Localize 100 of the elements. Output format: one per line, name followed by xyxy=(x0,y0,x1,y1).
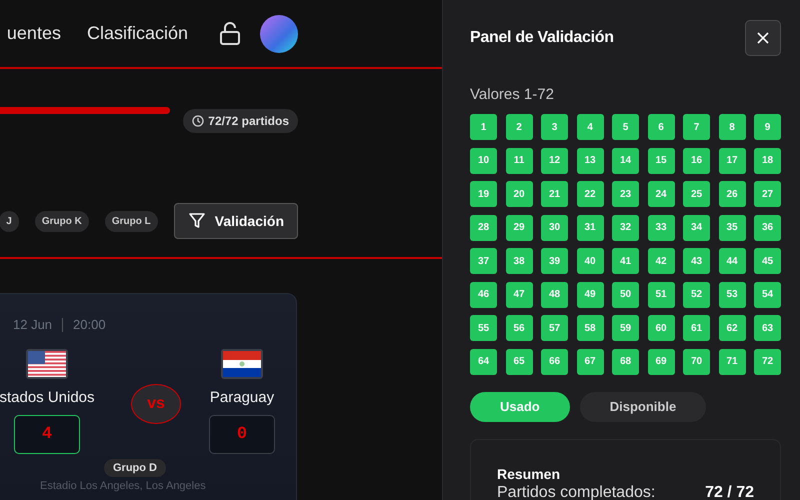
value-cell: 58 xyxy=(576,315,604,341)
value-cell: 36 xyxy=(754,214,781,240)
value-cell: 20 xyxy=(506,181,532,207)
value-cell: 53 xyxy=(718,282,746,308)
value-cell: 37 xyxy=(470,248,497,274)
value-cell: 45 xyxy=(754,248,781,274)
versus-badge: vs xyxy=(131,384,181,424)
value-cell: 19 xyxy=(470,181,497,207)
value-cell: 52 xyxy=(683,282,710,308)
value-cell: 71 xyxy=(718,348,746,374)
value-cell: 3 xyxy=(541,114,568,140)
value-cell: 44 xyxy=(718,248,746,274)
value-cell: 28 xyxy=(470,214,497,240)
flag-icon xyxy=(221,349,263,379)
value-cell: 11 xyxy=(506,148,532,174)
value-cell: 39 xyxy=(541,248,568,274)
value-cell: 67 xyxy=(576,348,604,374)
value-cell: 72 xyxy=(754,348,781,374)
value-cell: 70 xyxy=(683,348,710,374)
flag-icon xyxy=(26,349,68,379)
value-cell: 27 xyxy=(754,181,781,207)
value-cell: 8 xyxy=(718,114,746,140)
close-button[interactable] xyxy=(745,20,781,56)
value-cell: 64 xyxy=(470,348,497,374)
summary-title: Resumen xyxy=(497,466,562,482)
value-cell: 62 xyxy=(718,315,746,341)
value-cell: 29 xyxy=(506,214,532,240)
value-cell: 18 xyxy=(754,148,781,174)
group-filter-chip[interactable]: Grupo L xyxy=(104,210,158,232)
value-cell: 32 xyxy=(612,214,639,240)
panel-title: Panel de Validación xyxy=(470,29,614,47)
value-cell: 68 xyxy=(612,348,639,374)
value-cell: 9 xyxy=(754,114,781,140)
value-cell: 4 xyxy=(576,114,604,140)
value-cell: 12 xyxy=(541,148,568,174)
match-date: 12 Jun xyxy=(13,317,52,332)
value-cell: 40 xyxy=(576,248,604,274)
nav-link[interactable]: Clasificación xyxy=(86,23,188,44)
value-cell: 60 xyxy=(648,315,674,341)
value-cell: 41 xyxy=(612,248,639,274)
value-cell: 34 xyxy=(683,214,710,240)
value-cell: 24 xyxy=(648,181,674,207)
value-cell: 51 xyxy=(648,282,674,308)
value-cell: 31 xyxy=(576,214,604,240)
value-cell: 66 xyxy=(541,348,568,374)
legend-pill: Disponible xyxy=(580,392,706,422)
nav-link[interactable]: uentes xyxy=(6,23,61,44)
value-cell: 35 xyxy=(718,214,746,240)
value-cell: 54 xyxy=(754,282,781,308)
value-cell: 55 xyxy=(470,315,497,341)
value-cell: 25 xyxy=(683,181,710,207)
group-filter-chip[interactable]: Grupo K xyxy=(34,210,89,232)
value-cell: 26 xyxy=(718,181,746,207)
value-cell: 65 xyxy=(506,348,532,374)
value-cell: 15 xyxy=(648,148,674,174)
value-cell: 56 xyxy=(506,315,532,341)
value-cell: 22 xyxy=(576,181,604,207)
score-field[interactable]: 4 xyxy=(14,415,80,454)
avatar[interactable] xyxy=(260,14,298,52)
value-cell: 2 xyxy=(506,114,532,140)
value-cell: 7 xyxy=(683,114,710,140)
value-cell: 59 xyxy=(612,315,639,341)
filter-icon xyxy=(188,212,206,230)
validation-button[interactable]: Validación xyxy=(174,203,298,239)
value-cell: 13 xyxy=(576,148,604,174)
value-cell: 16 xyxy=(683,148,710,174)
legend-pill: Usado xyxy=(470,392,570,422)
score-field[interactable]: 0 xyxy=(209,415,275,454)
value-cell: 1 xyxy=(470,114,497,140)
summary-value: 72 / 72 xyxy=(705,484,754,500)
value-cell: 30 xyxy=(541,214,568,240)
value-cell: 14 xyxy=(612,148,639,174)
value-cell: 42 xyxy=(648,248,674,274)
value-cell: 46 xyxy=(470,282,497,308)
clock-icon xyxy=(192,115,204,127)
value-cell: 63 xyxy=(754,315,781,341)
match-count: 72/72 partidos xyxy=(208,114,289,128)
value-cell: 43 xyxy=(683,248,710,274)
value-cell: 47 xyxy=(506,282,532,308)
value-cell: 10 xyxy=(470,148,497,174)
value-cell: 69 xyxy=(648,348,674,374)
match-time: 20:00 xyxy=(73,317,106,332)
group-filter-chip[interactable]: J xyxy=(0,210,19,232)
value-cell: 6 xyxy=(648,114,674,140)
value-cell: 50 xyxy=(612,282,639,308)
value-cell: 48 xyxy=(541,282,568,308)
value-cell: 23 xyxy=(612,181,639,207)
unlock-icon[interactable] xyxy=(219,22,241,46)
group-tag: Grupo D xyxy=(104,459,166,477)
value-cell: 49 xyxy=(576,282,604,308)
team-name: stados Unidos xyxy=(0,389,95,406)
value-cell: 61 xyxy=(683,315,710,341)
summary-label: Partidos completados: xyxy=(497,484,656,500)
value-cell: 5 xyxy=(612,114,639,140)
range-label: Valores 1-72 xyxy=(470,86,555,103)
team-name: Paraguay xyxy=(210,389,274,406)
venue-text: Estadio Los Angeles, Los Angeles xyxy=(39,480,207,492)
value-cell: 38 xyxy=(506,248,532,274)
value-cell: 17 xyxy=(718,148,746,174)
value-cell: 21 xyxy=(541,181,568,207)
